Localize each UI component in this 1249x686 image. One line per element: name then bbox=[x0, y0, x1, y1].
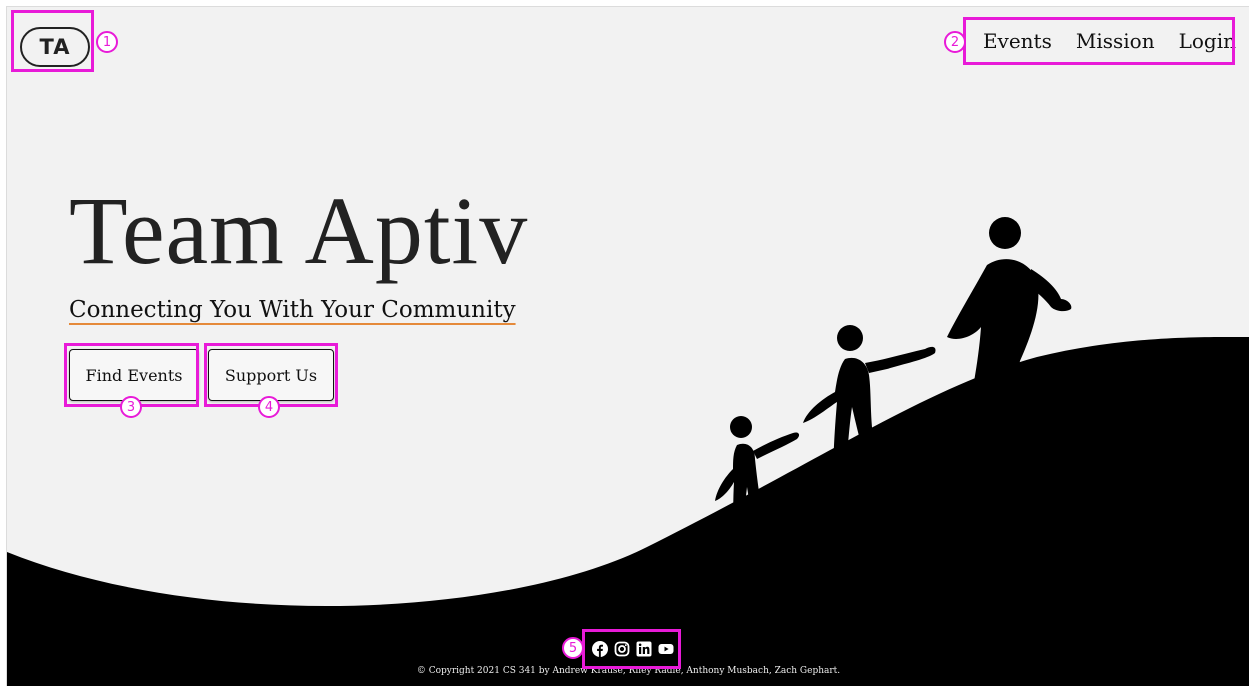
annotation-box-logo bbox=[11, 10, 94, 72]
annotation-badge-4: 4 bbox=[258, 396, 280, 418]
hero-subtitle: Connecting You With Your Community bbox=[69, 297, 516, 323]
annotation-badge-3: 3 bbox=[120, 396, 142, 418]
annotation-box-socials bbox=[582, 629, 681, 669]
annotation-box-nav bbox=[963, 17, 1235, 65]
annotation-badge-5: 5 bbox=[562, 637, 584, 659]
annotation-badge-2: 2 bbox=[944, 31, 966, 53]
hero-title: Team Aptiv bbox=[69, 177, 529, 284]
annotation-badge-1: 1 bbox=[96, 31, 118, 53]
